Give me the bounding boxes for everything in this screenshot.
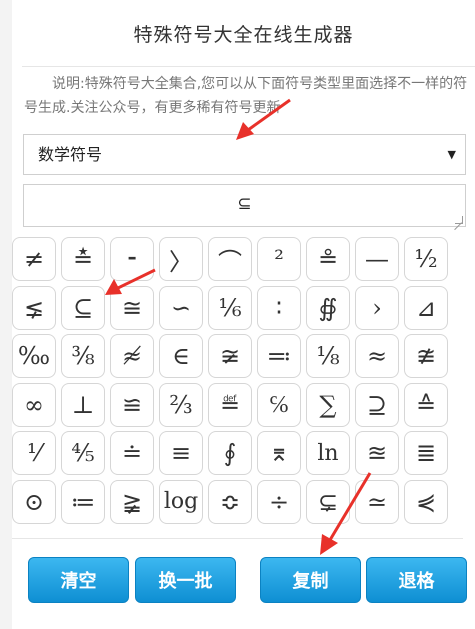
symbol-cell[interactable]: ²: [257, 237, 301, 281]
symbol-cell[interactable]: ÷: [257, 479, 301, 524]
title-divider: [22, 66, 475, 67]
symbol-cell[interactable]: ∶: [257, 285, 301, 330]
backspace-button[interactable]: 退格: [366, 557, 467, 603]
symbol-cell[interactable]: ≗: [306, 237, 350, 281]
next-batch-button[interactable]: 换一批: [135, 557, 236, 603]
symbol-cell[interactable]: ∮: [208, 431, 252, 476]
symbol-category-select[interactable]: 数学符号 ▼: [23, 134, 466, 175]
chevron-down-icon: ▼: [447, 148, 456, 161]
symbol-cell[interactable]: ⊆: [61, 285, 105, 330]
symbol-cell[interactable]: —: [355, 237, 399, 281]
symbol-cell[interactable]: ℅: [257, 382, 301, 427]
symbol-cell[interactable]: ≙: [404, 382, 448, 427]
symbol-cell[interactable]: ∑: [306, 382, 350, 427]
symbol-cell[interactable]: ‰: [12, 334, 56, 379]
symbol-cell[interactable]: ⅘: [61, 431, 105, 476]
symbol-cell[interactable]: ≇: [404, 334, 448, 379]
symbol-cell[interactable]: ≃: [355, 479, 399, 524]
copy-button[interactable]: 复制: [260, 557, 361, 603]
symbol-cell[interactable]: ½: [404, 237, 448, 281]
symbol-cell[interactable]: ≌: [110, 382, 154, 427]
symbol-cell[interactable]: ⌒: [208, 237, 252, 281]
symbol-cell[interactable]: ⅜: [61, 334, 105, 379]
symbol-cell[interactable]: ≛: [61, 237, 105, 281]
symbol-cell[interactable]: ≝: [208, 382, 252, 427]
symbol-cell[interactable]: ⊥: [61, 382, 105, 427]
symbol-cell[interactable]: ⌆: [257, 431, 301, 476]
symbol-cell[interactable]: ⅔: [159, 382, 203, 427]
symbol-cell[interactable]: ≅: [110, 285, 154, 330]
symbol-cell[interactable]: ›: [355, 285, 399, 330]
symbol-cell[interactable]: ⊊: [306, 479, 350, 524]
symbol-cell[interactable]: ln: [306, 431, 350, 476]
symbol-cell[interactable]: ≐: [110, 431, 154, 476]
symbol-cell[interactable]: ⅟: [12, 431, 56, 476]
symbol-cell[interactable]: ∞: [12, 382, 56, 427]
symbol-cell[interactable]: ⪇: [12, 285, 56, 330]
select-value: 数学符号: [38, 145, 103, 164]
symbol-cell[interactable]: ⁃: [110, 237, 154, 281]
symbol-cell[interactable]: ∽: [159, 285, 203, 330]
symbol-cell[interactable]: ⊙: [12, 479, 56, 524]
symbol-output-textarea[interactable]: ⊆: [23, 184, 466, 227]
symbol-cell[interactable]: ⊿: [404, 285, 448, 330]
symbol-cell[interactable]: ⊇: [355, 382, 399, 427]
symbol-cell[interactable]: 〉: [159, 237, 203, 281]
symbol-grid: ≠ ≛ ⁃ 〉 ⌒ ² ≗ — ½ ⪇ ⊆ ≅ ∽ ⅙ ∶ ∯ › ⊿ ‰ ⅜ ≉ ∈ ≆ ≕ ⅛ ≈ ≇ ∞ ⊥ ≌ ⅔ ≝ ℅ ∑ ⊇ ≙ ⅟ ⅘ ≐ ≡…: [12, 237, 452, 524]
symbol-cell[interactable]: ≊: [355, 431, 399, 476]
symbol-cell[interactable]: ≕: [257, 334, 301, 379]
page-title: 特殊符号大全在线生成器: [133, 24, 354, 46]
symbol-cell[interactable]: log: [159, 479, 203, 524]
output-value: ⊆: [237, 194, 252, 214]
symbol-cell[interactable]: ≠: [12, 237, 56, 281]
symbol-cell[interactable]: ⅛: [306, 334, 350, 379]
symbol-cell[interactable]: ∈: [159, 334, 203, 379]
grid-divider: [12, 538, 463, 539]
symbol-cell[interactable]: ⋞: [404, 479, 448, 524]
symbol-cell[interactable]: ≆: [208, 334, 252, 379]
description-text: 说明:特殊符号大全集合,您可以从下面符号类型里面选择不一样的符号生成.关注公众号…: [24, 76, 468, 116]
symbol-cell[interactable]: ≈: [355, 334, 399, 379]
symbol-cell[interactable]: ≩: [110, 479, 154, 524]
clear-button[interactable]: 清空: [28, 557, 129, 603]
symbol-cell[interactable]: ≡: [159, 431, 203, 476]
symbol-cell[interactable]: ≔: [61, 479, 105, 524]
symbol-cell[interactable]: ≉: [110, 334, 154, 379]
resize-grip-icon[interactable]: [455, 216, 463, 224]
symbol-cell[interactable]: ≎: [208, 479, 252, 524]
symbol-cell[interactable]: ≣: [404, 431, 448, 476]
symbol-cell[interactable]: ⅙: [208, 285, 252, 330]
symbol-cell[interactable]: ∯: [306, 285, 350, 330]
